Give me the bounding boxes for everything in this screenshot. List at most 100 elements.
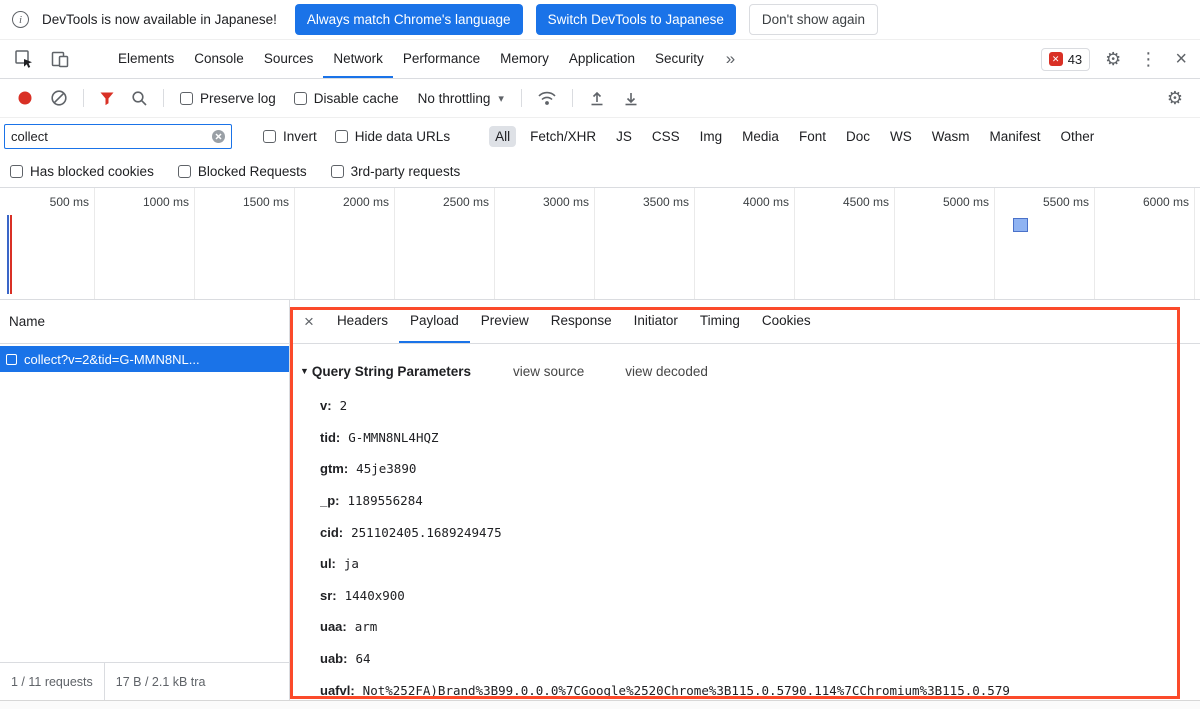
tab-application[interactable]: Application: [559, 40, 645, 78]
detail-tab-timing[interactable]: Timing: [689, 300, 751, 343]
detail-tab-headers[interactable]: Headers: [326, 300, 399, 343]
filter-type-js[interactable]: JS: [610, 126, 638, 147]
filter-bar: collect Invert Hide data URLs All Fetch/…: [0, 118, 1200, 155]
filter-type-ws[interactable]: WS: [884, 126, 918, 147]
tab-performance[interactable]: Performance: [393, 40, 490, 78]
export-har-icon[interactable]: [614, 79, 648, 117]
timeline-label: 5500 ms: [995, 188, 1095, 299]
hide-data-urls-label: Hide data URLs: [354, 129, 451, 144]
param-value: ja: [343, 556, 359, 572]
detail-tab-response[interactable]: Response: [540, 300, 623, 343]
dismiss-button[interactable]: Don't show again: [748, 4, 879, 35]
window-bottom-strip: [0, 700, 1200, 709]
param-value: 251102405.1689249475: [351, 524, 502, 540]
preserve-log-checkbox[interactable]: Preserve log: [180, 91, 276, 106]
switch-japanese-button[interactable]: Switch DevTools to Japanese: [535, 4, 736, 35]
search-icon[interactable]: [123, 79, 156, 117]
tab-security[interactable]: Security: [645, 40, 714, 78]
tab-elements[interactable]: Elements: [108, 40, 184, 78]
payload-content: ▼ Query String Parameters view source vi…: [290, 344, 1200, 700]
param-row-sr: sr: 1440x900: [320, 580, 1190, 612]
param-value: 64: [355, 651, 371, 667]
disclosure-triangle-icon[interactable]: ▼: [300, 366, 309, 376]
panel-tabs: Elements Console Sources Network Perform…: [108, 40, 714, 78]
param-key: _p:: [320, 493, 340, 509]
filter-type-font[interactable]: Font: [793, 126, 832, 147]
toolbar-separator: [163, 89, 164, 107]
close-devtools-icon[interactable]: ×: [1166, 40, 1196, 78]
close-detail-icon[interactable]: ×: [292, 300, 326, 343]
param-row-p: _p: 1189556284: [320, 485, 1190, 517]
import-har-icon[interactable]: [580, 79, 614, 117]
param-key: tid:: [320, 429, 341, 445]
error-icon: ✕: [1048, 52, 1063, 66]
tab-sources[interactable]: Sources: [254, 40, 324, 78]
blocked-requests-label: Blocked Requests: [197, 163, 307, 179]
param-row-gtm: gtm: 45je3890: [320, 453, 1190, 485]
timeline-label: 3500 ms: [595, 188, 695, 299]
inspect-element-icon[interactable]: [6, 40, 42, 78]
detail-tabbar: × Headers Payload Preview Response Initi…: [290, 300, 1200, 344]
has-blocked-cookies-checkbox[interactable]: Has blocked cookies: [10, 164, 154, 179]
request-doc-icon: [6, 353, 17, 365]
request-waterfall-marker[interactable]: [1013, 218, 1028, 232]
filter-type-media[interactable]: Media: [736, 126, 785, 147]
detail-tab-cookies[interactable]: Cookies: [751, 300, 822, 343]
filter-type-all[interactable]: All: [489, 126, 517, 147]
tab-memory[interactable]: Memory: [490, 40, 559, 78]
match-language-button[interactable]: Always match Chrome's language: [294, 4, 523, 35]
detail-tab-payload[interactable]: Payload: [398, 300, 470, 343]
detail-tab-initiator[interactable]: Initiator: [623, 300, 689, 343]
checkbox-box: [10, 164, 23, 178]
filter-type-other[interactable]: Other: [1055, 126, 1101, 147]
invert-checkbox[interactable]: Invert: [263, 129, 317, 144]
detail-tab-preview[interactable]: Preview: [470, 300, 540, 343]
devtools-tabbar: Elements Console Sources Network Perform…: [0, 40, 1200, 79]
filter-type-img[interactable]: Img: [694, 126, 729, 147]
clear-icon[interactable]: [42, 79, 76, 117]
checkbox-box: [263, 130, 276, 143]
filter-icon[interactable]: [91, 79, 123, 117]
notification-bar: i DevTools is now available in Japanese!…: [0, 0, 1200, 40]
blocked-requests-checkbox[interactable]: Blocked Requests: [177, 163, 307, 179]
record-icon[interactable]: [8, 79, 42, 117]
settings-gear-icon[interactable]: ⚙: [1096, 40, 1130, 78]
toolbar-separator: [83, 89, 84, 107]
filter-type-manifest[interactable]: Manifest: [983, 126, 1046, 147]
error-count-badge[interactable]: ✕ 43: [1040, 47, 1091, 71]
network-conditions-icon[interactable]: [529, 79, 565, 117]
view-source-link[interactable]: view source: [513, 364, 584, 379]
transferred-size: 17 B / 2.1 kB tra: [103, 663, 217, 700]
filter-type-doc[interactable]: Doc: [840, 126, 876, 147]
more-tabs-icon[interactable]: »: [714, 49, 747, 69]
tab-network[interactable]: Network: [323, 40, 393, 78]
param-value: 1440x900: [344, 587, 405, 603]
request-row-collect[interactable]: collect?v=2&tid=G-MMN8NL...: [0, 346, 289, 372]
filter-type-css[interactable]: CSS: [646, 126, 686, 147]
view-decoded-link[interactable]: view decoded: [625, 364, 708, 379]
request-detail-panel: × Headers Payload Preview Response Initi…: [290, 300, 1200, 700]
kebab-menu-icon[interactable]: ⋮: [1130, 40, 1166, 78]
timeline-label: 3000 ms: [495, 188, 595, 299]
filter-input[interactable]: collect: [4, 124, 232, 149]
param-row-uab: uab: 64: [320, 643, 1190, 675]
tab-console[interactable]: Console: [184, 40, 254, 78]
checkbox-box: [293, 91, 307, 105]
param-row-cid: cid: 251102405.1689249475: [320, 516, 1190, 548]
network-settings-gear-icon[interactable]: ⚙: [1158, 79, 1192, 117]
throttling-dropdown[interactable]: No throttling ▾: [418, 91, 504, 106]
hide-data-urls-checkbox[interactable]: Hide data URLs: [334, 129, 451, 144]
param-row-uaa: uaa: arm: [320, 611, 1190, 643]
disable-cache-checkbox[interactable]: Disable cache: [293, 91, 399, 106]
timeline-overview[interactable]: 500 ms 1000 ms 1500 ms 2000 ms 2500 ms 3…: [0, 188, 1200, 300]
third-party-requests-checkbox[interactable]: 3rd-party requests: [330, 164, 460, 179]
name-column-header[interactable]: Name: [0, 300, 289, 344]
device-toolbar-icon[interactable]: [42, 40, 78, 78]
filter-type-fetch-xhr[interactable]: Fetch/XHR: [524, 126, 602, 147]
filter-type-wasm[interactable]: Wasm: [926, 126, 976, 147]
query-string-section-header[interactable]: ▼ Query String Parameters view source vi…: [300, 357, 1190, 385]
clear-filter-icon[interactable]: [211, 129, 226, 144]
network-main-area: Name collect?v=2&tid=G-MMN8NL... 1 / 11 …: [0, 300, 1200, 700]
param-value: 2: [339, 398, 348, 414]
param-key: uab:: [320, 651, 348, 667]
